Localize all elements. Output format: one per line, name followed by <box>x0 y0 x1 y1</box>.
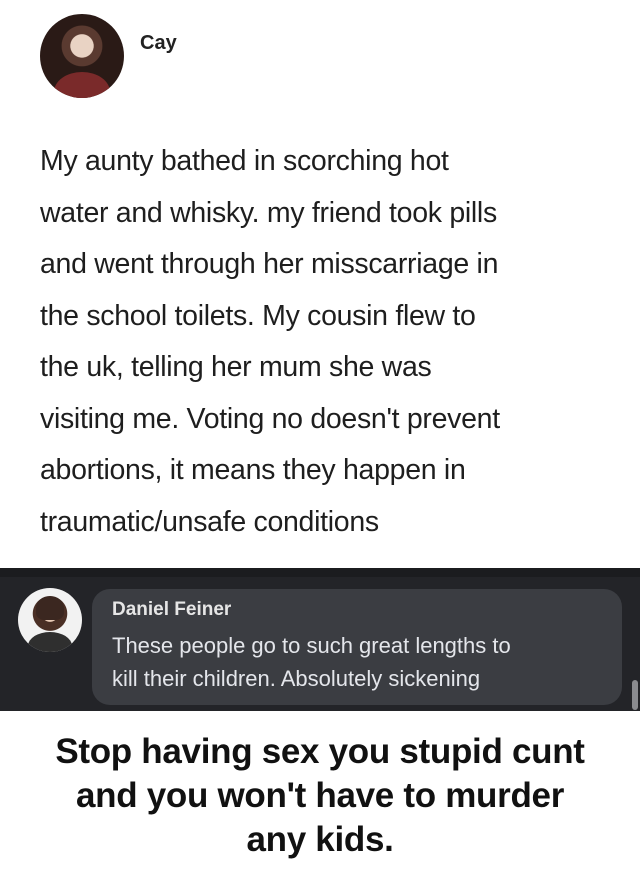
tweet-text-line: and went through her misscarriage in <box>40 248 499 280</box>
comment-panel: Daniel Feiner These people go to such gr… <box>0 568 640 711</box>
caption-line: Stop having sex you stupid cunt <box>55 732 585 771</box>
caption-line: and you won't have to murder <box>75 776 565 815</box>
tweet-text-line: water and whisky. my friend took pills <box>40 196 497 229</box>
meme-caption: Stop having sex you stupid cunt and you … <box>0 730 640 862</box>
comment-text: These people go to such great lengths to… <box>112 629 617 695</box>
tweet-author-name[interactable]: Cay <box>140 32 177 55</box>
avatar-body-shape <box>28 632 72 652</box>
tweet-text-line: My aunty bathed in scorching hot <box>40 145 449 177</box>
comment-text-line: These people go to such great lengths to <box>112 633 511 658</box>
comment-bubble: Daniel Feiner These people go to such gr… <box>92 589 622 705</box>
tweet-text-line: traumatic/unsafe conditions <box>40 505 379 538</box>
commenter-avatar[interactable] <box>18 588 82 652</box>
caption-line: any kids. <box>246 820 394 859</box>
tweet-text-line: abortions, it means they happen in <box>40 454 466 486</box>
comment-text-line: kill their children. Absolutely sickenin… <box>112 666 481 691</box>
scrollbar[interactable] <box>632 680 638 710</box>
tweet-text-line: visiting me. Voting no doesn't prevent <box>40 402 500 435</box>
comment-panel-topbar <box>0 568 640 577</box>
tweet-author-avatar[interactable] <box>40 14 124 98</box>
avatar-shoulder-shape <box>54 72 110 98</box>
tweet-text-line: the uk, telling her mum she was <box>40 351 432 383</box>
avatar-hair-shape <box>36 596 64 620</box>
tweet-card: Cay My aunty bathed in scorching hot wat… <box>0 0 640 568</box>
commenter-name[interactable]: Daniel Feiner <box>112 599 231 621</box>
tweet-text-line: the school toilets. My cousin flew to <box>40 299 476 332</box>
tweet-text: My aunty bathed in scorching hot water a… <box>40 136 620 548</box>
